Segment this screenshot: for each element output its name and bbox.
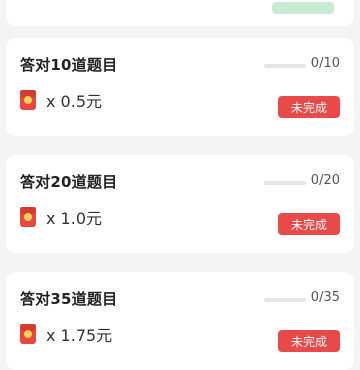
- progress-count: 0/20: [310, 173, 340, 188]
- task-reward: x 1.0元: [20, 207, 103, 228]
- task-card: 答对10道题目 x 0.5元 0/10 未完成: [6, 38, 354, 136]
- task-reward: x 0.5元: [20, 90, 103, 111]
- incomplete-button[interactable]: 未完成: [278, 330, 340, 352]
- red-packet-icon: [20, 207, 36, 227]
- previous-task-button[interactable]: [272, 2, 334, 14]
- progress-bar: [264, 64, 306, 68]
- task-reward: x 1.75元: [20, 324, 113, 345]
- task-title: 答对35道题目: [20, 290, 118, 308]
- task-card: 答对20道题目 x 1.0元 0/20 未完成: [6, 155, 354, 253]
- progress-bar: [264, 298, 306, 302]
- progress-bar: [264, 181, 306, 185]
- red-packet-icon: [20, 324, 36, 344]
- red-packet-icon: [20, 90, 36, 110]
- task-title: 答对10道题目: [20, 56, 118, 74]
- progress-count: 0/10: [310, 56, 340, 71]
- reward-amount: x 0.5元: [46, 92, 103, 111]
- reward-amount: x 1.0元: [46, 209, 103, 228]
- previous-task-card: [6, 0, 354, 26]
- incomplete-button[interactable]: 未完成: [278, 96, 340, 118]
- task-card: 答对35道题目 x 1.75元 0/35 未完成: [6, 272, 354, 370]
- incomplete-button[interactable]: 未完成: [278, 213, 340, 235]
- task-title: 答对20道题目: [20, 173, 118, 191]
- reward-amount: x 1.75元: [46, 326, 113, 345]
- progress-count: 0/35: [310, 290, 340, 305]
